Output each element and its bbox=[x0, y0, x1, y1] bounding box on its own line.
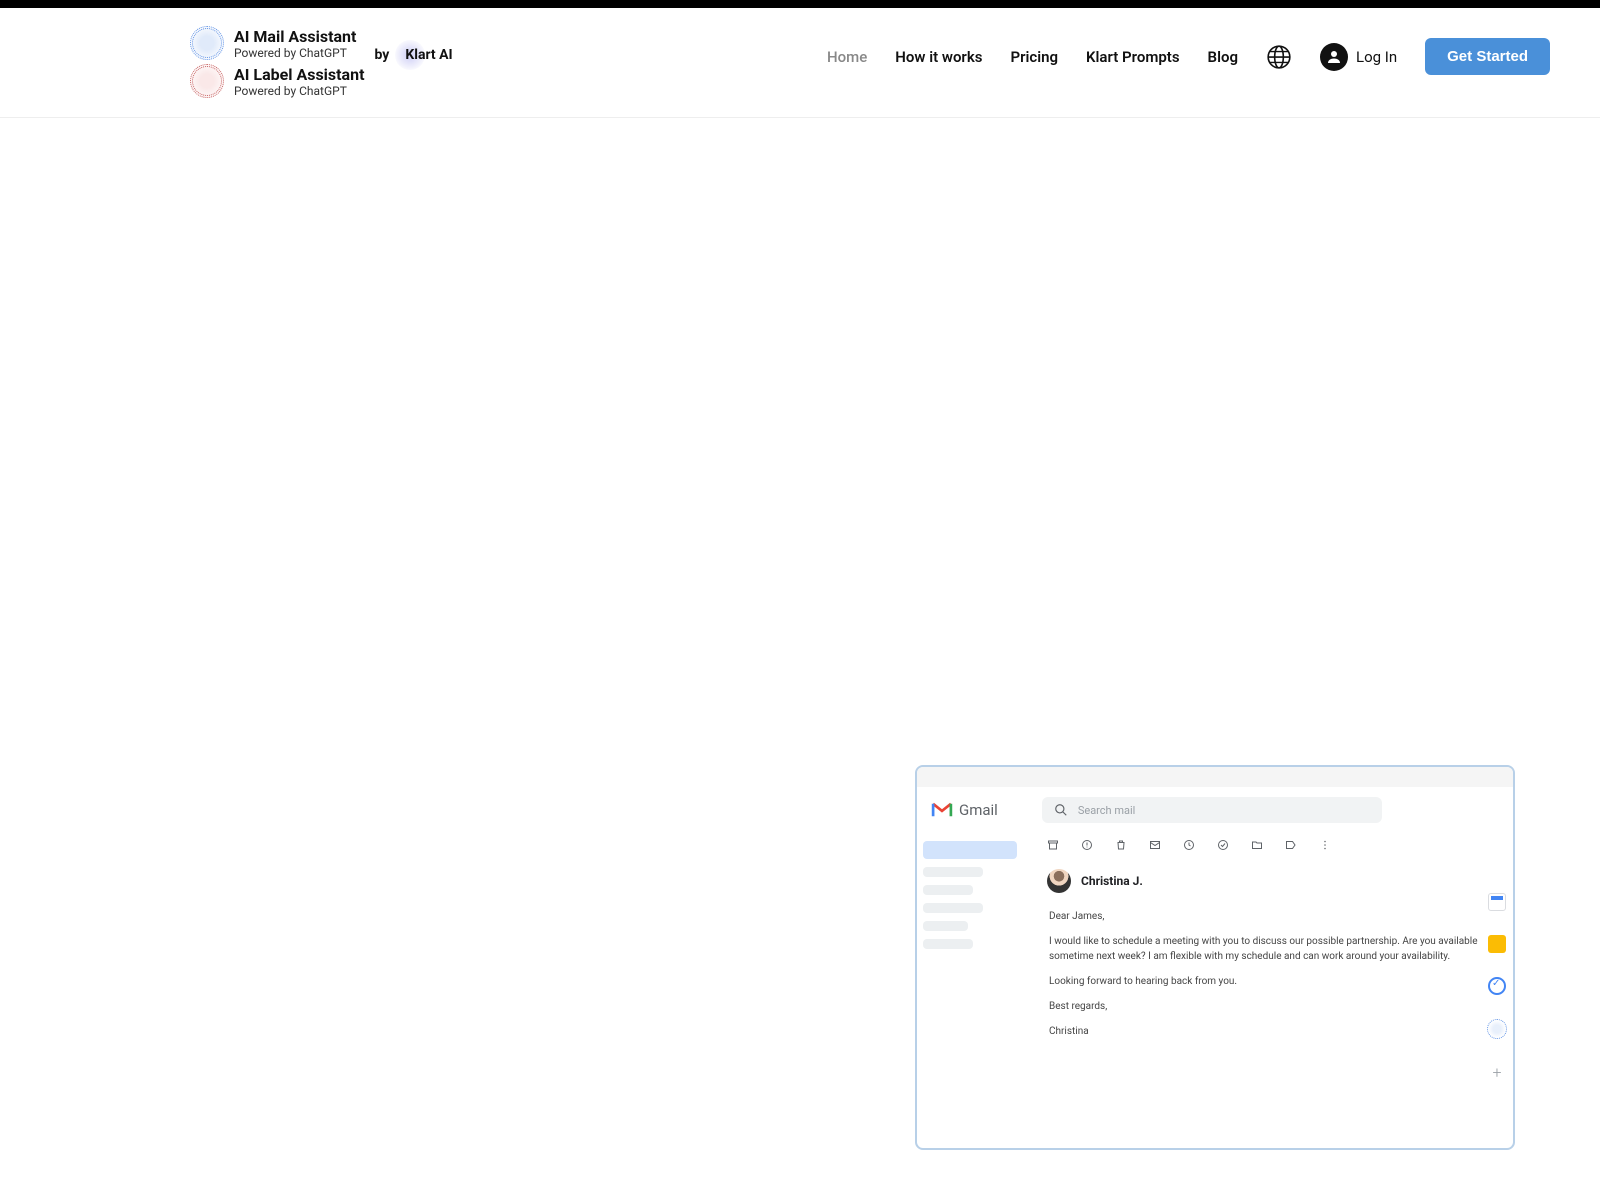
ai-addon-icon[interactable] bbox=[1487, 1019, 1507, 1039]
site-header: AI Mail Assistant Powered by ChatGPT AI … bbox=[0, 8, 1600, 118]
email-paragraph-2: Looking forward to hearing back from you… bbox=[1049, 974, 1493, 989]
gmail-mockup: Gmail Search mail bbox=[915, 765, 1515, 1150]
keep-icon[interactable] bbox=[1488, 935, 1506, 953]
login-button[interactable]: Log In bbox=[1320, 43, 1397, 71]
gmail-search-input[interactable]: Search mail bbox=[1042, 797, 1382, 823]
label-assistant-sub: Powered by ChatGPT bbox=[234, 84, 364, 98]
label-assistant-icon bbox=[190, 64, 224, 98]
snooze-icon[interactable] bbox=[1183, 839, 1195, 851]
top-black-bar bbox=[0, 0, 1600, 8]
sidebar-item-placeholder[interactable] bbox=[923, 939, 973, 949]
label-icon[interactable] bbox=[1285, 839, 1297, 851]
logo-label-assistant[interactable]: AI Label Assistant Powered by ChatGPT bbox=[190, 64, 364, 98]
gmail-main: Christina J. Dear James, I would like to… bbox=[1017, 833, 1513, 1144]
gmail-m-icon bbox=[931, 802, 953, 818]
gmail-word: Gmail bbox=[959, 801, 998, 819]
gmail-sidebar bbox=[917, 833, 1017, 1144]
mail-assistant-sub: Powered by ChatGPT bbox=[234, 46, 356, 60]
avatar-icon bbox=[1320, 43, 1348, 71]
archive-icon[interactable] bbox=[1047, 839, 1059, 851]
mail-assistant-title: AI Mail Assistant bbox=[234, 27, 356, 46]
calendar-icon[interactable] bbox=[1488, 893, 1506, 911]
sender-row: Christina J. bbox=[1047, 869, 1493, 893]
sidebar-item-placeholder[interactable] bbox=[923, 885, 973, 895]
klart-brand-text: Klart AI bbox=[405, 47, 452, 63]
get-started-button[interactable]: Get Started bbox=[1425, 38, 1550, 75]
email-sender-name: Christina bbox=[1049, 1024, 1493, 1039]
nav-home[interactable]: Home bbox=[827, 48, 867, 66]
sidebar-item-active[interactable] bbox=[923, 841, 1017, 859]
move-icon[interactable] bbox=[1251, 839, 1263, 851]
nav-klart-prompts[interactable]: Klart Prompts bbox=[1086, 48, 1180, 66]
by-label: by bbox=[374, 47, 389, 63]
mail-assistant-text: AI Mail Assistant Powered by ChatGPT bbox=[234, 27, 356, 60]
globe-icon[interactable] bbox=[1266, 44, 1292, 70]
sender-name: Christina J. bbox=[1081, 874, 1143, 888]
email-paragraph-1: I would like to schedule a meeting with … bbox=[1049, 934, 1493, 964]
sidebar-item-placeholder[interactable] bbox=[923, 867, 983, 877]
logo-mail-assistant[interactable]: AI Mail Assistant Powered by ChatGPT bbox=[190, 26, 364, 60]
more-icon[interactable] bbox=[1319, 839, 1331, 851]
nav-how-it-works[interactable]: How it works bbox=[895, 48, 982, 66]
label-assistant-title: AI Label Assistant bbox=[234, 65, 364, 84]
gmail-search-placeholder: Search mail bbox=[1078, 804, 1136, 817]
logo-stack: AI Mail Assistant Powered by ChatGPT AI … bbox=[190, 26, 364, 98]
nav-pricing[interactable]: Pricing bbox=[1010, 48, 1058, 66]
gmail-logo[interactable]: Gmail bbox=[931, 801, 998, 819]
add-icon[interactable]: + bbox=[1492, 1063, 1501, 1082]
search-icon bbox=[1054, 803, 1068, 817]
email-signoff: Best regards, bbox=[1049, 999, 1493, 1014]
sidebar-item-placeholder[interactable] bbox=[923, 921, 968, 931]
mail-assistant-icon bbox=[190, 26, 224, 60]
add-task-icon[interactable] bbox=[1217, 839, 1229, 851]
top-nav: Home How it works Pricing Klart Prompts … bbox=[827, 38, 1550, 75]
email-greeting: Dear James, bbox=[1049, 909, 1493, 924]
tasks-icon[interactable] bbox=[1488, 977, 1506, 995]
mail-icon[interactable] bbox=[1149, 839, 1161, 851]
delete-icon[interactable] bbox=[1115, 839, 1127, 851]
gmail-header: Gmail Search mail bbox=[917, 787, 1513, 833]
by-klart-brand[interactable]: by Klart AI bbox=[374, 40, 452, 70]
sender-avatar[interactable] bbox=[1047, 869, 1071, 893]
gmail-window-bar bbox=[917, 767, 1513, 787]
login-label: Log In bbox=[1356, 48, 1397, 66]
gmail-right-rail: + bbox=[1487, 893, 1507, 1082]
gmail-toolbar bbox=[1047, 839, 1493, 851]
gmail-body: Christina J. Dear James, I would like to… bbox=[917, 833, 1513, 1144]
spam-icon[interactable] bbox=[1081, 839, 1093, 851]
nav-blog[interactable]: Blog bbox=[1208, 48, 1238, 66]
email-body: Dear James, I would like to schedule a m… bbox=[1047, 909, 1493, 1039]
label-assistant-text: AI Label Assistant Powered by ChatGPT bbox=[234, 65, 364, 98]
sidebar-item-placeholder[interactable] bbox=[923, 903, 983, 913]
